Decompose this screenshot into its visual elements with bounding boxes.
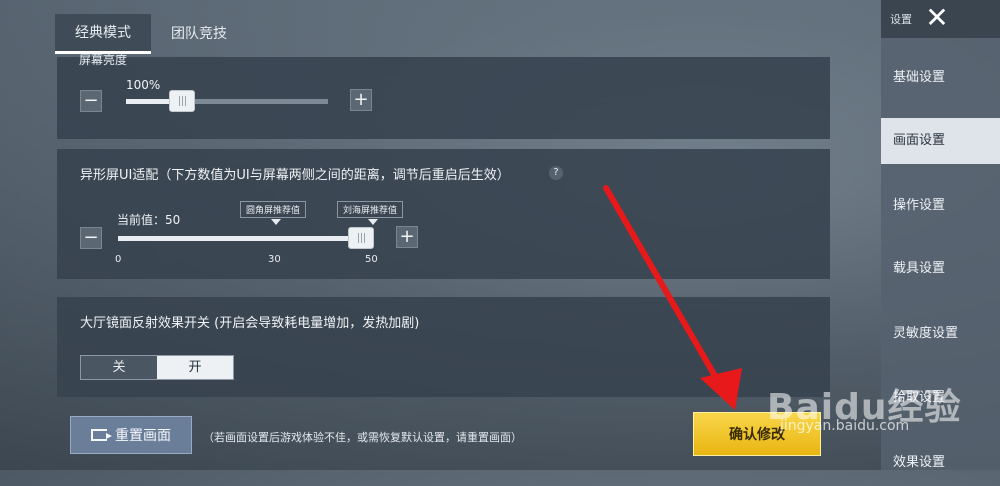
baidu-watermark-url: jingyan.baidu.com xyxy=(780,418,910,434)
